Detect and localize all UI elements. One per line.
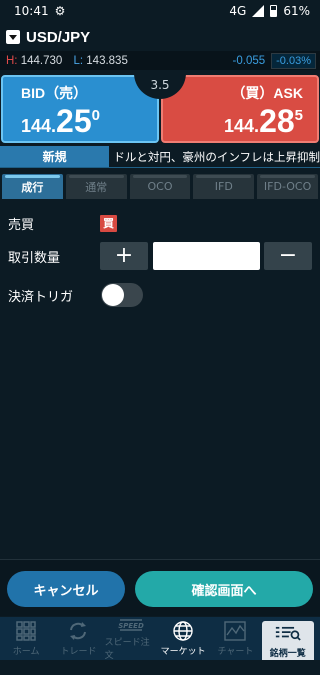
range-bar: H: 144.730 L: 143.835 -0.055 -0.03%	[0, 51, 320, 70]
home-grid-icon	[13, 620, 39, 642]
tab-oco[interactable]: OCO	[129, 174, 191, 199]
pair-selector[interactable]: USD/JPY	[0, 24, 320, 50]
nav-chart-label: チャート	[217, 647, 254, 657]
quantity-plus-button[interactable]: +	[100, 242, 148, 270]
cancel-button[interactable]: キャンセル	[7, 571, 125, 607]
low-value: 143.835	[86, 54, 128, 67]
quantity-label: 取引数量	[8, 250, 61, 266]
nav-speed-label: スピード注文	[104, 637, 150, 661]
change-percent: -0.03%	[271, 52, 316, 69]
change-value: -0.055	[232, 54, 266, 67]
nav-home[interactable]: ホーム	[0, 617, 52, 660]
speed-icon: SPEED	[118, 617, 144, 633]
nav-trade[interactable]: トレード	[52, 617, 104, 660]
battery-icon	[270, 5, 278, 17]
chevron-down-icon[interactable]	[6, 30, 20, 44]
status-bar: 10:41 ⚙ 4G 61%	[0, 0, 320, 22]
toggle-knob	[102, 284, 124, 306]
trigger-row: 決済トリガ	[0, 283, 320, 307]
news-tag: 新規	[0, 146, 110, 167]
side-label: 売買	[8, 217, 35, 233]
news-ticker[interactable]: ドルと対円、豪州のインフレは上昇抑制	[113, 149, 320, 165]
high-label: H:	[6, 54, 18, 67]
buy-badge: 買	[100, 214, 117, 232]
tab-ifd[interactable]: IFD	[193, 174, 255, 199]
tab-ifd-oco[interactable]: IFD-OCO	[257, 174, 318, 199]
nav-home-label: ホーム	[12, 647, 40, 657]
gesture-bar	[0, 660, 320, 675]
nav-symbol-list-label: 銘柄一覧	[269, 649, 306, 659]
trigger-label: 決済トリガ	[8, 289, 74, 305]
confirm-button[interactable]: 確認画面へ	[135, 571, 313, 607]
ask-label: （買）ASK	[231, 85, 303, 101]
nav-market[interactable]: マーケット	[157, 617, 209, 660]
low-label: L:	[73, 54, 84, 67]
signal-icon	[252, 5, 265, 17]
battery-percent: 61%	[283, 4, 310, 18]
ask-button[interactable]: （買）ASK 144. 28 5	[161, 75, 319, 143]
nav-speed[interactable]: SPEED スピード注文	[104, 617, 157, 661]
network-label: 4G	[229, 4, 247, 18]
news-bar[interactable]: 新規 ドルと対円、豪州のインフレは上昇抑制	[0, 146, 320, 168]
order-type-tabs: 成行 通常 OCO IFD IFD-OCO	[0, 174, 320, 199]
tab-market[interactable]: 成行	[2, 174, 63, 199]
chart-icon	[222, 620, 248, 642]
ask-price: 144. 28 5	[224, 103, 303, 139]
side-row: 売買 買	[0, 213, 320, 233]
globe-icon	[170, 620, 196, 642]
quote-panel: BID（売） 144. 25 0 3.5 （買）ASK 144. 28 5	[0, 73, 320, 143]
trigger-toggle[interactable]	[101, 283, 143, 307]
bid-button[interactable]: BID（売） 144. 25 0	[1, 75, 159, 143]
high-value: 144.730	[20, 54, 63, 67]
gear-icon: ⚙	[54, 4, 66, 18]
pair-name: USD/JPY	[26, 28, 91, 46]
quantity-minus-button[interactable]: −	[264, 242, 312, 270]
quantity-row: 取引数量 + −	[0, 242, 320, 270]
action-bar: キャンセル 確認画面へ	[0, 559, 320, 616]
nav-symbol-list[interactable]: 銘柄一覧	[261, 621, 314, 660]
list-search-icon	[275, 622, 301, 644]
bottom-nav: ホーム トレード SPEED スピード注文 マーケット チャート 銘柄一覧	[0, 617, 320, 661]
nav-market-label: マーケット	[160, 647, 206, 657]
svg-text:SPEED: SPEED	[118, 622, 144, 630]
bid-price: 144. 25 0	[21, 103, 100, 139]
refresh-arrows-icon	[65, 620, 91, 642]
quantity-input[interactable]	[153, 242, 260, 270]
nav-trade-label: トレード	[60, 647, 97, 657]
clock: 10:41	[14, 4, 49, 18]
tab-limit[interactable]: 通常	[65, 174, 127, 199]
bid-label: BID（売）	[21, 85, 88, 101]
nav-chart[interactable]: チャート	[209, 617, 261, 660]
